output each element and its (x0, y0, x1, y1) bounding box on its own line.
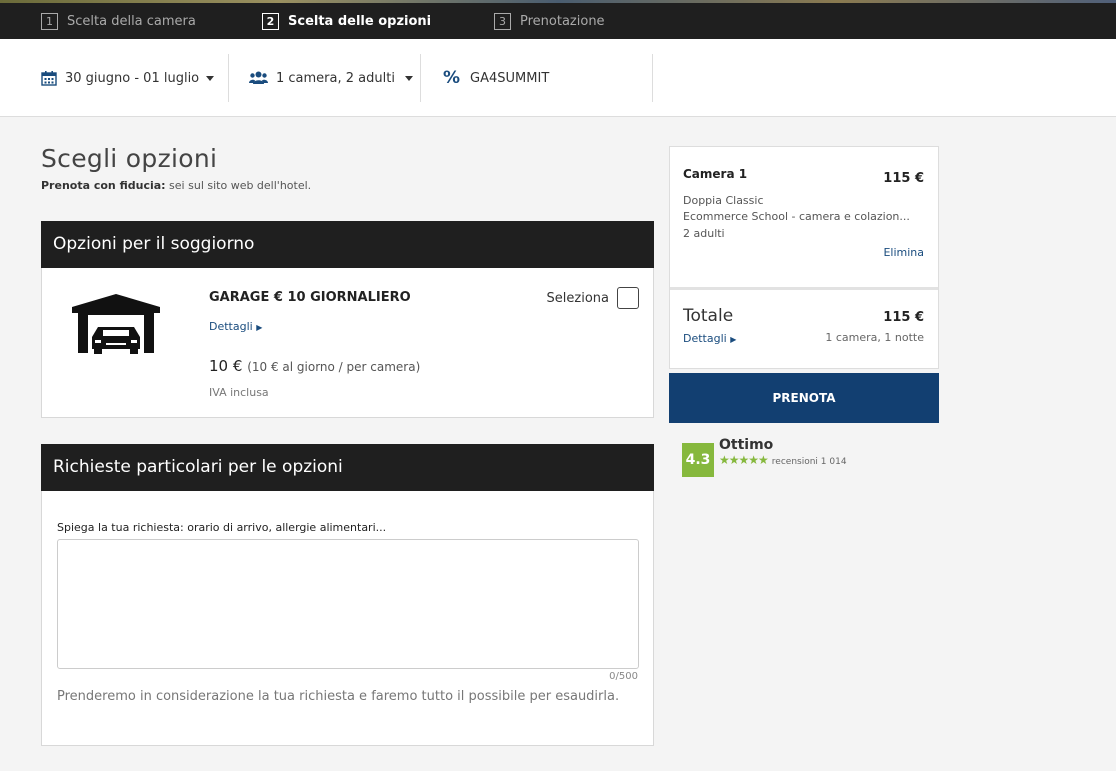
summary-room: Camera 1 115 € Doppia Classic Ecommerce … (670, 147, 938, 290)
step-options-selection[interactable]: 2 Scelta delle opzioni (262, 11, 431, 31)
option-card-garage: GARAGE € 10 GIORNALIERO Dettagli ▶ 10 € … (41, 268, 654, 418)
option-select-label: Seleziona (546, 290, 609, 306)
date-range-value: 30 giugno - 01 luglio (65, 70, 200, 86)
search-filters-bar: 30 giugno - 01 luglio 1 camera, 2 adulti… (0, 39, 1116, 117)
page-title: Scegli opzioni (41, 144, 218, 173)
option-select-checkbox[interactable] (617, 287, 639, 309)
summary-room-title: Camera 1 (683, 167, 748, 181)
rating-stars-row: ★★★★★ recensioni 1 014 (719, 453, 847, 467)
option-price-note: (10 € al giorno / per camera) (247, 360, 421, 374)
trust-message-bold: Prenota con fiducia: (41, 179, 166, 192)
step-label: Scelta della camera (67, 13, 196, 29)
summary-total: Totale 115 € Dettagli ▶ 1 camera, 1 nott… (670, 290, 938, 368)
calendar-icon (41, 70, 57, 86)
rating-text: Ottimo ★★★★★ recensioni 1 014 (719, 437, 847, 467)
promo-code-value: GA4SUMMIT (470, 70, 550, 86)
percent-icon: % (443, 68, 461, 88)
option-title: GARAGE € 10 GIORNALIERO (209, 290, 411, 305)
filter-divider (420, 54, 421, 102)
step-label: Prenotazione (520, 13, 605, 29)
requests-textarea[interactable] (57, 539, 639, 669)
option-details-label: Dettagli (209, 320, 253, 333)
chevron-down-icon (206, 75, 215, 81)
rating-word: Ottimo (719, 437, 774, 453)
chevron-down-icon (404, 75, 413, 81)
requests-field-label: Spiega la tua richiesta: orario di arriv… (57, 521, 387, 534)
rating-review-count: recensioni 1 014 (771, 457, 847, 467)
step-number: 2 (262, 12, 279, 30)
caret-right-icon: ▶ (730, 335, 737, 344)
users-icon (249, 71, 268, 84)
caret-right-icon: ▶ (256, 323, 263, 332)
trust-message: Prenota con fiducia: sei sul sito web de… (41, 179, 311, 192)
promo-code-selector[interactable]: % GA4SUMMIT (443, 39, 549, 117)
option-select-control[interactable]: Seleziona (547, 287, 639, 309)
step-number: 1 (41, 12, 58, 30)
requests-note: Prenderemo in considerazione la tua rich… (57, 689, 620, 704)
requests-char-counter: 0/500 (609, 671, 638, 682)
option-vat-note: IVA inclusa (209, 386, 269, 399)
requests-section-header: Richieste particolari per le opzioni (41, 444, 654, 491)
guests-value: 1 camera, 2 adulti (276, 70, 395, 86)
step-booking[interactable]: 3 Prenotazione (494, 11, 605, 31)
requests-card: Spiega la tua richiesta: orario di arriv… (41, 491, 654, 746)
trust-message-text: sei sul sito web dell'hotel. (165, 179, 312, 192)
options-section-header: Opzioni per il soggiorno (41, 221, 654, 268)
step-label: Scelta delle opzioni (288, 13, 432, 29)
summary-room-guests: 2 adulti (683, 227, 725, 240)
summary-total-price: 115 € (883, 310, 924, 325)
rating-score: 4.3 (682, 443, 714, 477)
star-icon: ★★★★★ (719, 453, 769, 467)
summary-details-label: Dettagli (683, 332, 727, 345)
summary-total-info: 1 camera, 1 notte (825, 331, 924, 344)
option-price: 10 € (10 € al giorno / per camera) (209, 357, 420, 375)
garage-icon (72, 294, 160, 354)
filter-divider (228, 54, 229, 102)
book-button[interactable]: PRENOTA (669, 373, 939, 423)
summary-details-link[interactable]: Dettagli ▶ (683, 332, 736, 345)
booking-steps-bar: 1 Scelta della camera 2 Scelta delle opz… (0, 3, 1116, 39)
filter-divider (652, 54, 653, 102)
summary-room-price: 115 € (883, 171, 924, 186)
booking-summary: Camera 1 115 € Doppia Classic Ecommerce … (669, 146, 939, 369)
summary-room-type: Doppia Classic (683, 194, 764, 207)
remove-room-link[interactable]: Elimina (883, 246, 924, 259)
summary-room-rate: Ecommerce School - camera e colazion... (683, 210, 910, 223)
step-room-selection[interactable]: 1 Scelta della camera (41, 11, 196, 31)
option-price-value: 10 € (209, 357, 243, 375)
summary-total-label: Totale (683, 306, 734, 326)
date-range-selector[interactable]: 30 giugno - 01 luglio (41, 39, 215, 117)
option-details-link[interactable]: Dettagli ▶ (209, 320, 262, 333)
guests-selector[interactable]: 1 camera, 2 adulti (249, 39, 413, 117)
hotel-rating[interactable]: 4.3 Ottimo ★★★★★ recensioni 1 014 (682, 437, 847, 477)
step-number: 3 (494, 12, 511, 30)
